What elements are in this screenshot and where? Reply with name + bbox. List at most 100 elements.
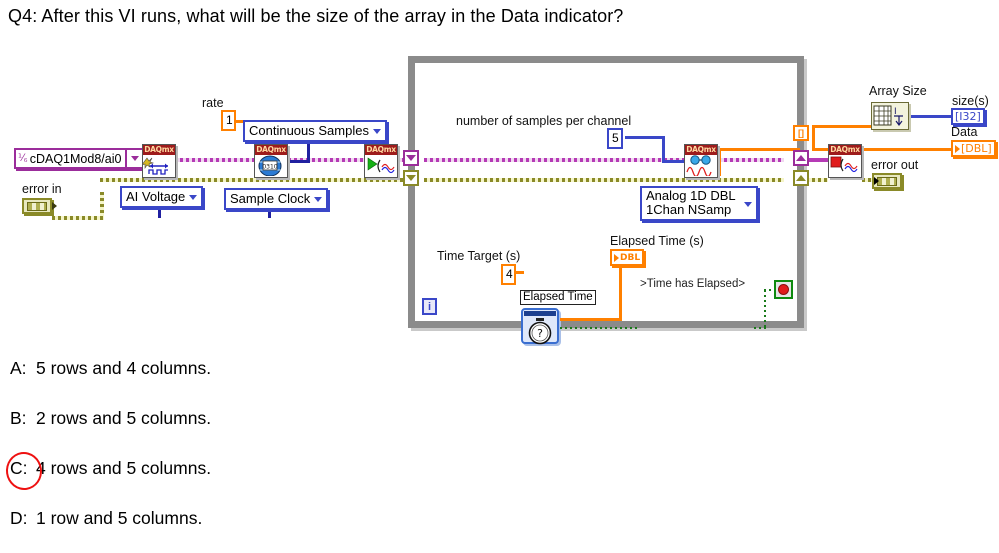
- data-indicator-type: [DBL]: [961, 142, 992, 155]
- loop-tunnel-error-out[interactable]: [793, 170, 809, 186]
- chevron-down-icon[interactable]: [125, 150, 142, 167]
- loop-iteration-terminal: i: [422, 298, 437, 315]
- data-wire: [812, 125, 874, 128]
- array-size-node[interactable]: I: [871, 102, 909, 130]
- daqmx-read-node[interactable]: DAQmx: [684, 144, 718, 178]
- answer-option-a[interactable]: A: 5 rows and 4 columns.: [10, 358, 211, 379]
- error-in-terminal[interactable]: [22, 198, 52, 214]
- daqmx-start-task-icon: [365, 155, 397, 176]
- loop-tunnel-task-out[interactable]: [793, 150, 809, 166]
- time-has-elapsed-label: >Time has Elapsed>: [640, 278, 746, 290]
- loop-tunnel-error-in[interactable]: [403, 170, 419, 186]
- timing-type-value: Sample Clock: [230, 191, 311, 206]
- time-elapsed-wire: [764, 290, 766, 328]
- error-in-label: error in: [22, 182, 62, 196]
- tunnel-up-icon: [796, 155, 806, 161]
- elapsed-value-wire: [619, 266, 622, 321]
- answer-text: 5 rows and 4 columns.: [36, 358, 212, 378]
- daqmx-banner: DAQmx: [255, 145, 287, 155]
- sample-mode-ring[interactable]: Continuous Samples: [243, 120, 387, 142]
- daqmx-banner: DAQmx: [829, 145, 861, 155]
- index-tunnel-label: []: [798, 128, 804, 138]
- size-indicator-label: size(s): [952, 94, 989, 108]
- chevron-down-icon: [743, 201, 752, 207]
- daqmx-timing-icon: 0310: [255, 155, 287, 176]
- data-wire: [718, 150, 721, 176]
- time-target-constant-value: 4: [506, 267, 513, 281]
- error-wire-segment: [100, 178, 408, 182]
- answer-text: 1 row and 5 columns.: [36, 508, 203, 528]
- answer-option-c[interactable]: C: 4 rows and 5 columns.: [10, 458, 211, 479]
- time-target-label: Time Target (s): [437, 249, 521, 263]
- error-out-arrow: [874, 177, 879, 185]
- rate-constant[interactable]: 1: [221, 110, 236, 131]
- daqmx-banner: DAQmx: [365, 145, 397, 155]
- samples-wire: [625, 136, 665, 139]
- samples-wire: [662, 136, 665, 162]
- daqmx-create-channel-node[interactable]: DAQmx: [142, 144, 176, 178]
- samples-label: number of samples per channel: [456, 114, 632, 128]
- answer-letter: C:: [10, 458, 28, 478]
- answer-option-b[interactable]: B: 2 rows and 5 columns.: [10, 408, 211, 429]
- elapsed-indicator-label: Elapsed Time (s): [610, 234, 704, 248]
- rate-label: rate: [202, 96, 224, 110]
- chevron-down-icon: [314, 197, 323, 202]
- daqmx-start-task-node[interactable]: DAQmx: [364, 144, 398, 178]
- loop-conditional-terminal[interactable]: [774, 280, 793, 299]
- data-indicator-label: Data: [951, 125, 978, 139]
- measurement-type-ring[interactable]: AI Voltage: [120, 186, 204, 208]
- daqmx-banner: DAQmx: [685, 145, 717, 155]
- answer-text: 4 rows and 5 columns.: [36, 458, 212, 478]
- samples-wire: [662, 160, 684, 163]
- elapsed-time-indicator[interactable]: DBL: [610, 249, 645, 266]
- data-indicator[interactable]: [DBL]: [951, 140, 996, 157]
- read-type-line2: 1Chan NSamp: [646, 202, 732, 217]
- tunnel-down-icon: [406, 155, 416, 161]
- task-wire-segment: [424, 158, 784, 162]
- samples-constant[interactable]: 5: [607, 128, 623, 149]
- question-text: Q4: After this VI runs, what will be the…: [8, 6, 624, 26]
- time-target-constant[interactable]: 4: [501, 264, 516, 285]
- io-name-icon: ⅟₆: [18, 152, 28, 164]
- iteration-terminal-label: i: [427, 301, 432, 313]
- daqmx-timing-node[interactable]: DAQmx 0310: [254, 144, 288, 178]
- data-wire: [718, 148, 800, 151]
- elapsed-time-vi-label: Elapsed Time: [520, 290, 596, 305]
- answer-letter: A:: [10, 358, 27, 378]
- answer-text: 2 rows and 5 columns.: [36, 408, 212, 428]
- loop-tunnel-data-indexing[interactable]: []: [793, 125, 809, 141]
- indicator-arrow: [614, 253, 619, 262]
- time-target-wire: [514, 271, 524, 274]
- labview-block-diagram: Array Size I size(s) [I32] Data [DBL] ⅟₆…: [0, 40, 999, 345]
- daqmx-read-icon: [685, 155, 717, 176]
- stopwatch-icon: ?: [528, 318, 552, 345]
- error-wire-segment: [52, 216, 104, 220]
- tunnel-up-icon: [796, 175, 806, 181]
- elapsed-indicator-type: DBL: [620, 252, 641, 263]
- svg-text:?: ?: [537, 327, 543, 340]
- read-type-line1: Analog 1D DBL: [646, 188, 736, 203]
- array-size-icon: I: [873, 105, 903, 126]
- chevron-down-icon: [189, 195, 198, 200]
- stop-icon: [778, 284, 789, 295]
- chevron-down-icon: [372, 129, 381, 134]
- measurement-type-value: AI Voltage: [126, 189, 186, 204]
- physical-channel-value: cDAQ1Mod8/ai0: [29, 151, 122, 166]
- error-cluster-icon: [877, 176, 897, 186]
- tunnel-down-icon: [406, 175, 416, 181]
- array-size-label: Array Size: [869, 84, 927, 98]
- size-indicator-type: [I32]: [955, 110, 981, 123]
- error-wire-segment: [424, 178, 784, 182]
- express-vi-topbar: [524, 311, 556, 316]
- size-indicator[interactable]: [I32]: [951, 108, 985, 125]
- daqmx-clear-task-node[interactable]: DAQmx: [828, 144, 862, 178]
- read-type-ring[interactable]: Analog 1D DBL 1Chan NSamp: [640, 186, 758, 221]
- timing-type-ring[interactable]: Sample Clock: [224, 188, 329, 210]
- loop-tunnel-task-in[interactable]: [403, 150, 419, 166]
- answer-option-d[interactable]: D: 1 row and 5 columns.: [10, 508, 202, 529]
- svg-text:0310: 0310: [262, 164, 277, 171]
- task-wire-segment: [806, 158, 828, 162]
- elapsed-time-vi[interactable]: ?: [521, 308, 559, 345]
- physical-channel-control[interactable]: ⅟₆ cDAQ1Mod8/ai0: [14, 148, 145, 169]
- data-indicator-arrow: [955, 144, 960, 153]
